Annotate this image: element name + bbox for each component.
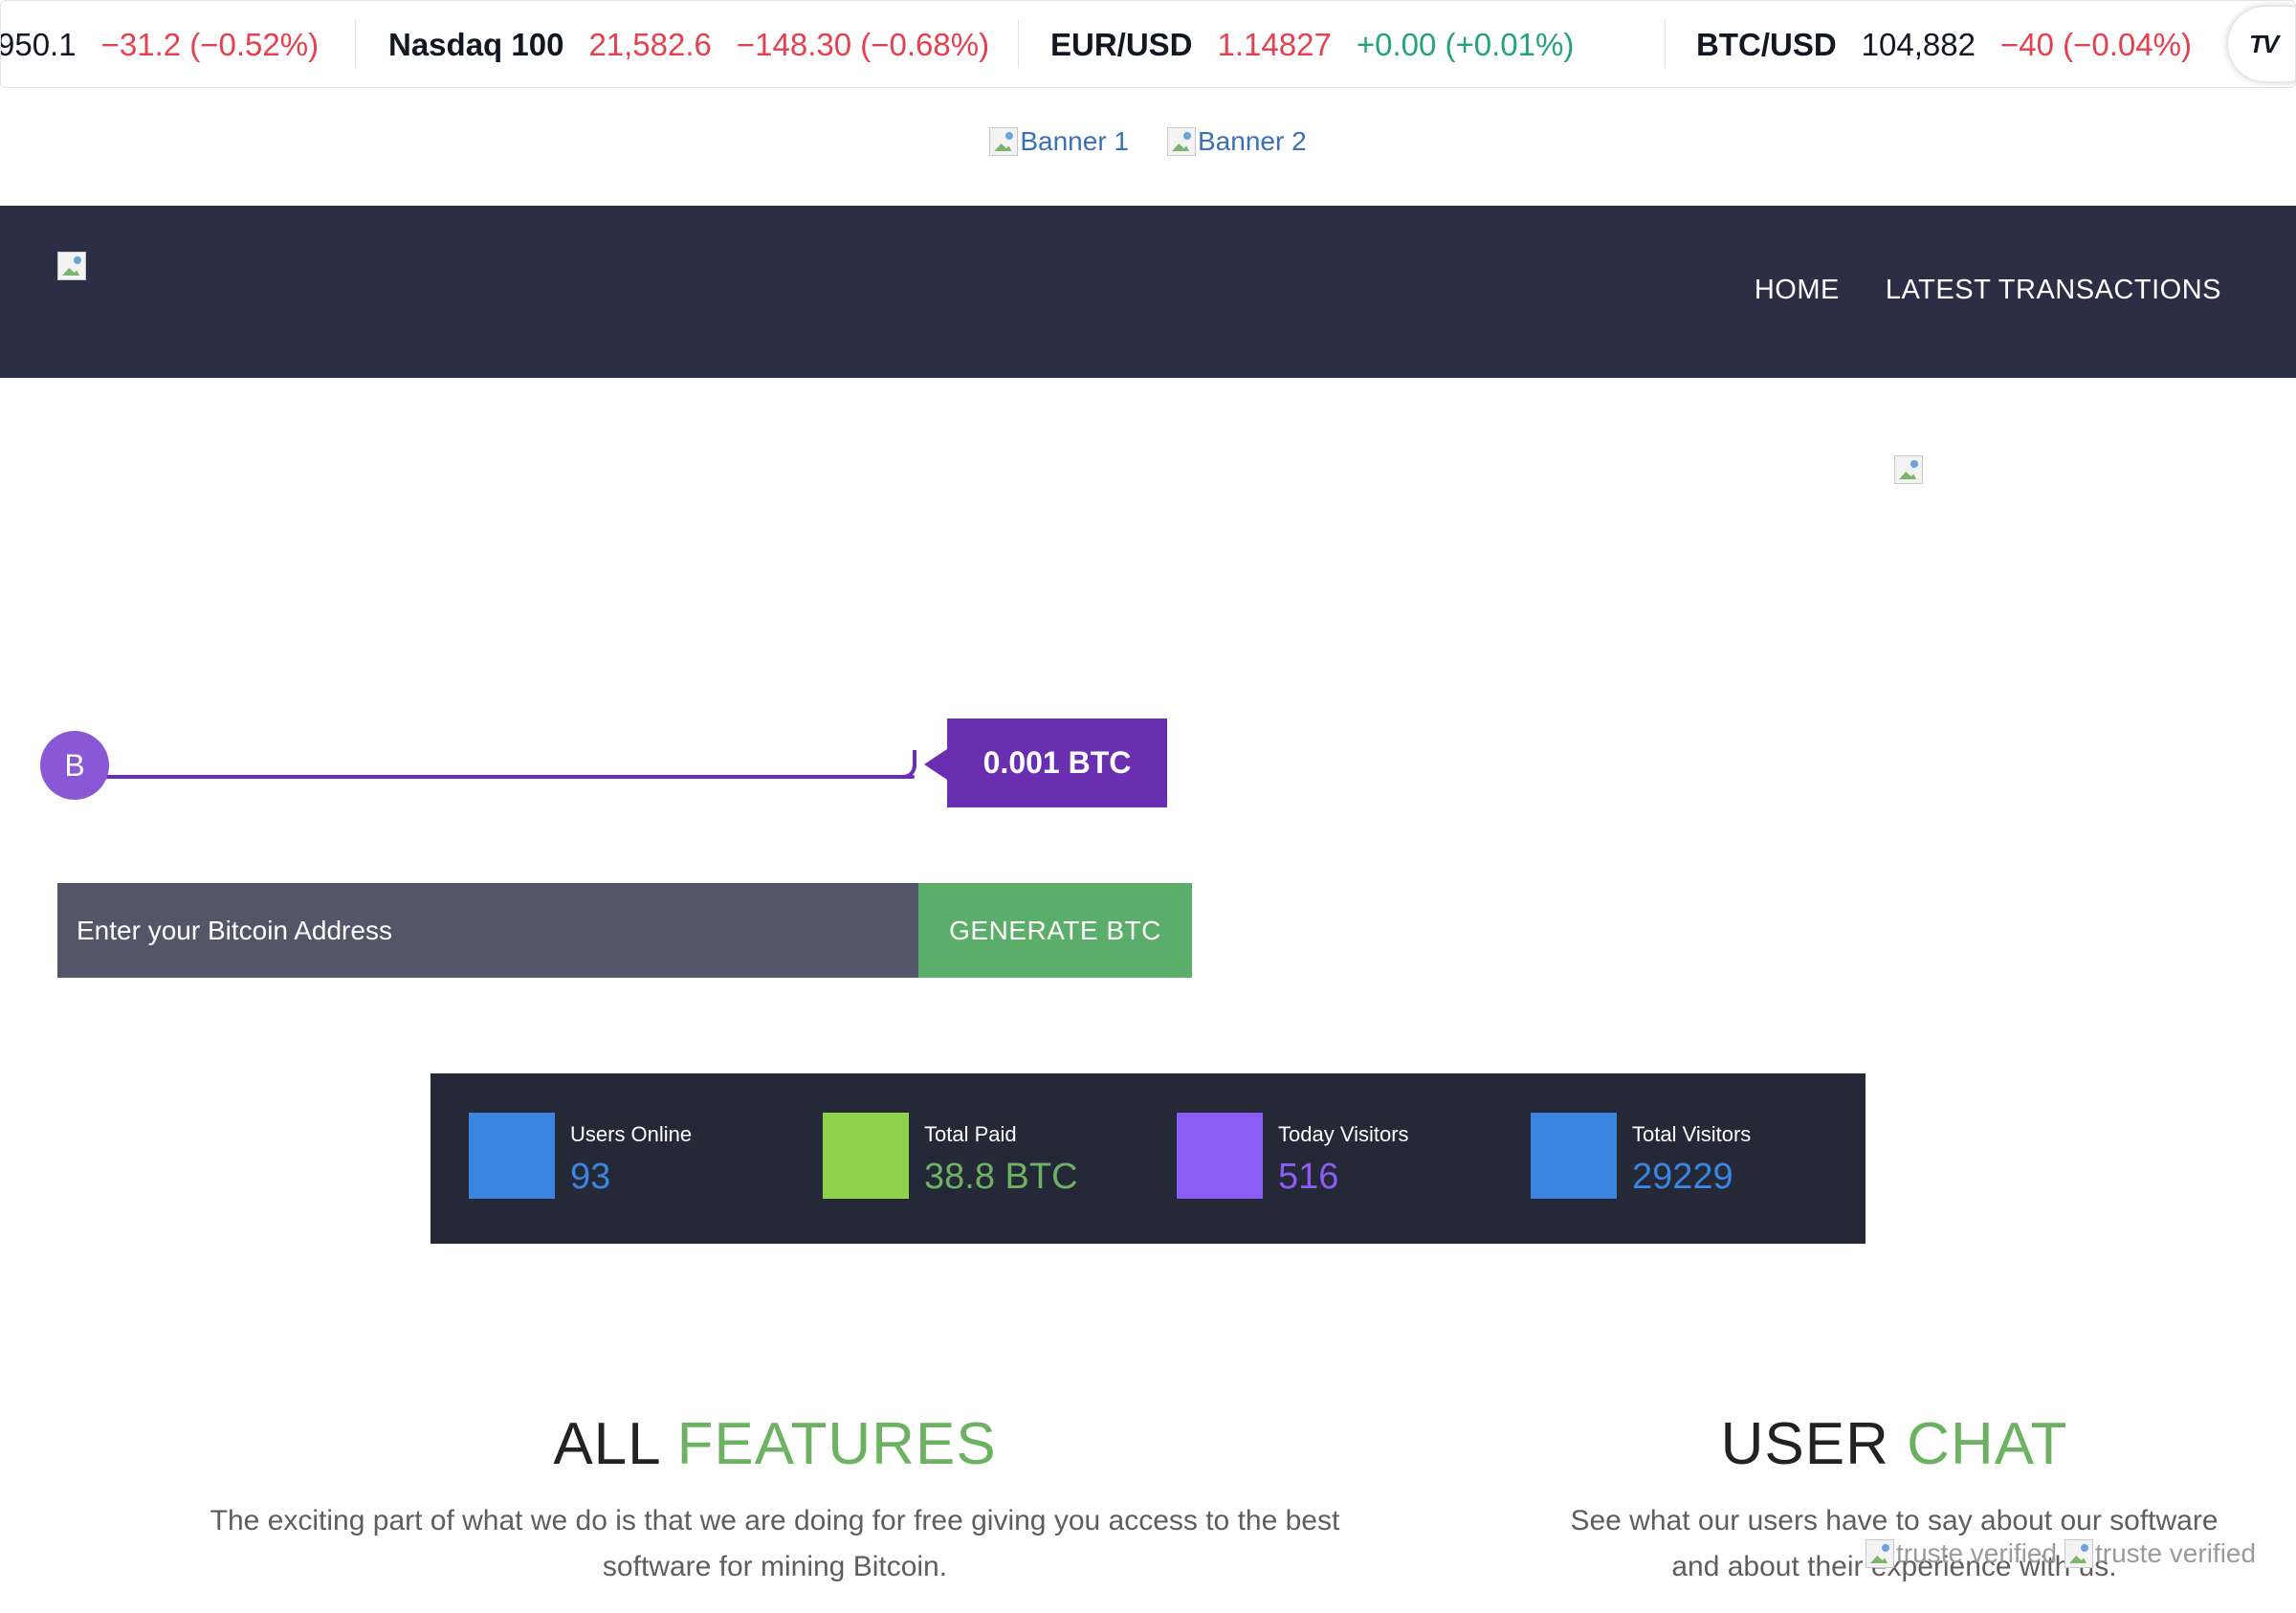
ticker-price: 1.14827	[1217, 27, 1332, 62]
tradingview-logo-text: TV	[2249, 29, 2279, 58]
site-header: HOME LATEST TRANSACTIONS	[0, 206, 2296, 378]
today-visitors-icon	[1177, 1113, 1263, 1199]
stat-label: Total Paid	[924, 1122, 1017, 1146]
bitcoin-address-input[interactable]	[57, 883, 918, 978]
broken-image-icon	[989, 127, 1019, 156]
banner-1-alt: Banner 1	[1020, 126, 1129, 156]
features-desc-line-2: software for mining Bitcoin.	[602, 1551, 948, 1582]
ticker-item[interactable]: Nasdaq 100 21,582.6 −148.30 (−0.68%)	[388, 1, 990, 87]
total-visitors-icon	[1531, 1113, 1617, 1199]
ticker-price: 950.1	[0, 27, 77, 62]
truste-badge-alt: truste verified	[2095, 1538, 2257, 1568]
generate-btc-button[interactable]: GENERATE BTC	[918, 883, 1192, 978]
truste-broken-image-icon	[2064, 1539, 2093, 1568]
features-heading: ALL FEATURES	[153, 1410, 1397, 1478]
ticker-symbol: EUR/USD	[1050, 27, 1193, 62]
ticker-item[interactable]: BTC/USD 104,882 −40 (−0.04%)	[1696, 1, 2192, 87]
broken-image-icon	[1167, 127, 1196, 156]
features-heading-word-1: ALL	[553, 1411, 660, 1477]
ticker-divider	[1018, 20, 1019, 68]
users-online-icon	[469, 1113, 555, 1199]
market-ticker: 950.1 −31.2 (−0.52%) Nasdaq 100 21,582.6…	[0, 0, 2296, 88]
stats-panel: Users Online 93 Total Paid 38.8 BTC Toda…	[430, 1073, 1866, 1244]
stat-value: 38.8 BTC	[924, 1157, 1078, 1197]
banner-2-link[interactable]: Banner 2	[1167, 126, 1307, 157]
stat-label: Total Visitors	[1632, 1122, 1752, 1146]
total-paid-icon	[823, 1113, 909, 1199]
tradingview-logo-icon[interactable]: TV	[2228, 7, 2295, 81]
banner-2-alt: Banner 2	[1198, 126, 1307, 156]
features-description: The exciting part of what we do is that …	[153, 1498, 1397, 1590]
stat-users-online: Users Online 93	[469, 1113, 692, 1199]
truste-badge-alt: truste verified	[1896, 1538, 2058, 1568]
amount-tooltip: 0.001 BTC	[924, 718, 1167, 807]
chat-heading: USER CHAT	[1512, 1410, 2277, 1478]
stat-label: Today Visitors	[1278, 1122, 1409, 1146]
ticker-price: 21,582.6	[588, 27, 712, 62]
chat-heading-word-2: CHAT	[1907, 1411, 2068, 1477]
nav-latest-transactions[interactable]: LATEST TRANSACTIONS	[1886, 275, 2221, 306]
ticker-change: −31.2 (−0.52%)	[100, 27, 320, 62]
ticker-change: −40 (−0.04%)	[1999, 27, 2192, 62]
chat-heading-word-1: USER	[1720, 1411, 1889, 1477]
ticker-divider	[355, 20, 356, 68]
stat-total-visitors: Total Visitors 29229	[1531, 1113, 1751, 1199]
stat-label: Users Online	[570, 1122, 693, 1146]
stat-value: 516	[1278, 1157, 1339, 1197]
stat-total-paid: Total Paid 38.8 BTC	[823, 1113, 1078, 1199]
features-desc-line-1: The exciting part of what we do is that …	[210, 1505, 1340, 1536]
nav-home[interactable]: HOME	[1755, 275, 1840, 306]
stat-value: 93	[570, 1157, 611, 1197]
amount-slider-handle[interactable]: B	[40, 731, 109, 800]
stat-value: 29229	[1632, 1157, 1733, 1197]
amount-slider-track[interactable]	[77, 775, 915, 779]
banner-row: Banner 1 Banner 2	[0, 126, 2296, 157]
truste-broken-image-icon	[1866, 1539, 1894, 1568]
ticker-divider	[1665, 20, 1666, 68]
ticker-item[interactable]: 950.1 −31.2 (−0.52%)	[0, 1, 320, 87]
banner-1-link[interactable]: Banner 1	[989, 126, 1129, 157]
ticker-symbol: BTC/USD	[1696, 27, 1837, 62]
truste-badge[interactable]: truste verified	[2064, 1538, 2256, 1569]
ticker-change: −148.30 (−0.68%)	[736, 27, 990, 62]
main-nav: HOME LATEST TRANSACTIONS	[1755, 275, 2221, 306]
hero-broken-image-icon	[1894, 455, 1923, 484]
stat-today-visitors: Today Visitors 516	[1177, 1113, 1409, 1199]
ticker-symbol: Nasdaq 100	[388, 27, 564, 62]
truste-badge[interactable]: truste verified	[1866, 1538, 2057, 1569]
slider-connector	[890, 750, 916, 779]
site-logo-broken-image-icon[interactable]	[57, 252, 86, 280]
ticker-item[interactable]: EUR/USD 1.14827 +0.00 (+0.01%)	[1050, 1, 1575, 87]
ticker-price: 104,882	[1861, 27, 1976, 62]
features-heading-word-2: FEATURES	[676, 1411, 997, 1477]
ticker-change: +0.00 (+0.01%)	[1356, 27, 1575, 62]
chat-desc-line-1: See what our users have to say about our…	[1570, 1505, 2219, 1536]
